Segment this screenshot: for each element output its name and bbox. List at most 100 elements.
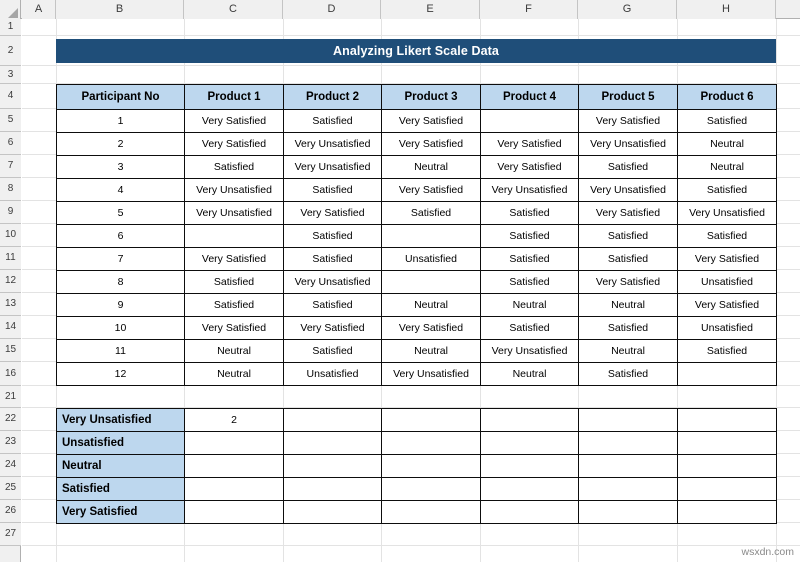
response-cell[interactable]: Satisfied [184,293,284,317]
summary-count-cell[interactable] [381,500,481,524]
response-cell[interactable]: Very Satisfied [184,132,284,156]
summary-count-cell[interactable] [578,454,678,478]
summary-count-cell[interactable] [677,454,777,478]
participant-number-cell[interactable]: 9 [56,293,185,317]
summary-count-cell[interactable] [184,500,284,524]
response-cell[interactable]: Very Unsatisfied [578,178,678,202]
column-header-a[interactable]: A [22,0,56,19]
summary-count-cell[interactable] [283,500,382,524]
summary-count-cell[interactable] [283,454,382,478]
response-cell[interactable]: Neutral [578,293,678,317]
response-cell[interactable]: Satisfied [578,155,678,179]
participant-number-cell[interactable]: 8 [56,270,185,294]
response-cell[interactable]: Satisfied [283,224,382,248]
likert-label-unsatisfied[interactable]: Unsatisfied [56,431,185,455]
summary-count-cell[interactable] [184,477,284,501]
summary-count-cell[interactable] [677,500,777,524]
row-header-14[interactable]: 14 [0,316,21,339]
response-cell[interactable]: Satisfied [480,270,579,294]
response-cell[interactable]: Unsatisfied [677,270,777,294]
response-cell[interactable]: Neutral [381,293,481,317]
summary-count-cell[interactable] [381,431,481,455]
response-cell[interactable]: Very Unsatisfied [578,132,678,156]
response-cell[interactable]: Very Satisfied [184,247,284,271]
summary-count-cell[interactable] [184,431,284,455]
column-header-h[interactable]: H [677,0,776,19]
summary-count-cell[interactable] [677,477,777,501]
response-cell[interactable]: Very Satisfied [381,132,481,156]
response-cell[interactable]: Unsatisfied [677,316,777,340]
response-cell[interactable]: Satisfied [283,247,382,271]
participant-number-cell[interactable]: 10 [56,316,185,340]
response-cell[interactable]: Very Satisfied [480,132,579,156]
summary-count-cell[interactable]: 2 [184,408,284,432]
response-cell[interactable]: Satisfied [677,224,777,248]
summary-count-cell[interactable] [677,408,777,432]
row-header-3[interactable]: 3 [0,66,21,84]
response-cell[interactable]: Neutral [480,362,579,386]
response-cell[interactable]: Very Unsatisfied [381,362,481,386]
response-cell[interactable]: Satisfied [283,109,382,133]
participant-number-cell[interactable]: 2 [56,132,185,156]
response-cell[interactable]: Very Unsatisfied [480,339,579,363]
likert-label-satisfied[interactable]: Satisfied [56,477,185,501]
row-header-8[interactable]: 8 [0,178,21,201]
response-cell[interactable]: Very Unsatisfied [184,201,284,225]
response-cell[interactable]: Satisfied [677,109,777,133]
row-header-4[interactable]: 4 [0,84,21,109]
row-header-16[interactable]: 16 [0,362,21,386]
column-header-b[interactable]: B [56,0,184,19]
response-cell[interactable]: Satisfied [184,270,284,294]
summary-count-cell[interactable] [578,431,678,455]
summary-count-cell[interactable] [480,408,579,432]
column-header-d[interactable]: D [283,0,381,19]
response-cell[interactable]: Satisfied [677,178,777,202]
summary-count-cell[interactable] [480,500,579,524]
summary-count-cell[interactable] [480,477,579,501]
column-title-product-3[interactable]: Product 3 [381,84,481,110]
row-header-9[interactable]: 9 [0,201,21,224]
column-title-product-5[interactable]: Product 5 [578,84,678,110]
response-cell[interactable]: Very Unsatisfied [677,201,777,225]
response-cell[interactable] [184,224,284,248]
summary-count-cell[interactable] [381,408,481,432]
response-cell[interactable]: Unsatisfied [381,247,481,271]
summary-count-cell[interactable] [677,431,777,455]
response-cell[interactable]: Satisfied [480,316,579,340]
column-header-e[interactable]: E [381,0,480,19]
response-cell[interactable]: Very Satisfied [578,201,678,225]
column-title-product-2[interactable]: Product 2 [283,84,382,110]
row-header-7[interactable]: 7 [0,155,21,178]
column-header-g[interactable]: G [578,0,677,19]
participant-number-cell[interactable]: 11 [56,339,185,363]
likert-label-very-unsatisfied[interactable]: Very Unsatisfied [56,408,185,432]
summary-count-cell[interactable] [184,454,284,478]
response-cell[interactable]: Neutral [677,155,777,179]
summary-count-cell[interactable] [283,408,382,432]
response-cell[interactable]: Satisfied [578,224,678,248]
row-header-24[interactable]: 24 [0,454,21,477]
participant-number-cell[interactable]: 6 [56,224,185,248]
row-header-12[interactable]: 12 [0,270,21,293]
response-cell[interactable]: Neutral [677,132,777,156]
row-header-1[interactable]: 1 [0,19,21,36]
response-cell[interactable]: Very Satisfied [480,155,579,179]
participant-number-cell[interactable]: 3 [56,155,185,179]
response-cell[interactable]: Neutral [480,293,579,317]
row-header-5[interactable]: 5 [0,109,21,132]
summary-count-cell[interactable] [480,431,579,455]
response-cell[interactable]: Satisfied [184,155,284,179]
participant-number-cell[interactable]: 1 [56,109,185,133]
response-cell[interactable]: Satisfied [578,362,678,386]
response-cell[interactable]: Satisfied [480,201,579,225]
response-cell[interactable]: Very Satisfied [381,316,481,340]
column-header-f[interactable]: F [480,0,578,19]
participant-number-cell[interactable]: 12 [56,362,185,386]
row-header-25[interactable]: 25 [0,477,21,500]
response-cell[interactable]: Very Unsatisfied [283,155,382,179]
summary-count-cell[interactable] [381,454,481,478]
response-cell[interactable]: Satisfied [480,247,579,271]
response-cell[interactable]: Very Satisfied [381,178,481,202]
column-title-product-4[interactable]: Product 4 [480,84,579,110]
response-cell[interactable]: Very Satisfied [184,109,284,133]
